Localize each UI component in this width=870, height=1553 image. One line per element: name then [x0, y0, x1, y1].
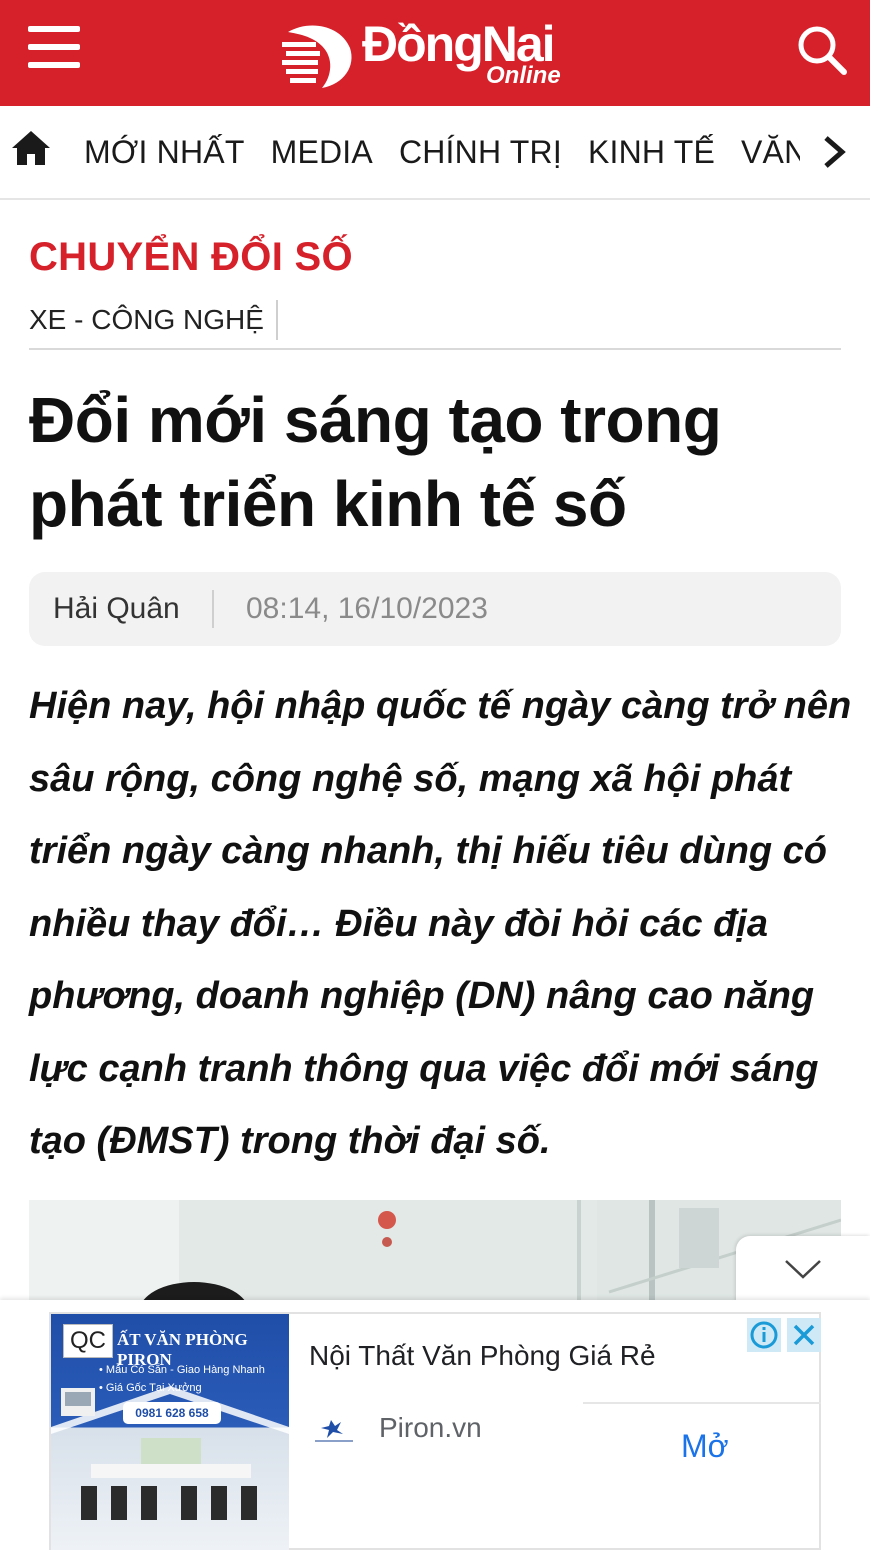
ad-divider [583, 1402, 821, 1404]
ad-banner: ẤT VĂN PHÒNG PIRON • Mẫu Có Sẵn - Giao H… [0, 1300, 870, 1553]
ad-card[interactable]: ẤT VĂN PHÒNG PIRON • Mẫu Có Sẵn - Giao H… [49, 1312, 821, 1550]
article-title: Đổi mới sáng tạo trong phát triển kinh t… [29, 384, 722, 540]
nav-item-media[interactable]: MEDIA [271, 106, 373, 198]
article-photo [29, 1200, 841, 1300]
meta-divider [212, 590, 214, 628]
ad-title[interactable]: Nội Thất Văn Phòng Giá Rẻ [309, 1338, 656, 1374]
search-icon[interactable] [794, 22, 850, 78]
nav-items: MỚI NHẤT MEDIA CHÍNH TRỊ KINH TẾ VĂN H [84, 106, 866, 198]
article-date: 08:14, 16/10/2023 [246, 592, 488, 625]
site-logo[interactable]: ĐồngNai Online [278, 14, 588, 94]
home-icon[interactable] [10, 128, 52, 168]
nav-item-chinh-tri[interactable]: CHÍNH TRỊ [399, 106, 562, 198]
ad-image[interactable]: ẤT VĂN PHÒNG PIRON • Mẫu Có Sẵn - Giao H… [51, 1314, 289, 1550]
close-icon[interactable] [787, 1318, 821, 1352]
chevron-right-icon[interactable] [820, 134, 850, 170]
photo-scene [29, 1200, 841, 1300]
article-subcategory[interactable]: XE - CÔNG NGHỆ [29, 300, 278, 340]
article-meta: Hải Quân 08:14, 16/10/2023 [29, 572, 841, 646]
site-header: ĐồngNai Online [0, 0, 870, 106]
nav-item-moi-nhat[interactable]: MỚI NHẤT [84, 106, 245, 198]
info-icon[interactable] [747, 1318, 781, 1352]
ad-source[interactable]: Piron.vn [379, 1410, 482, 1446]
ad-collapse-button[interactable] [736, 1236, 870, 1302]
ad-open-button[interactable]: Mở [681, 1426, 729, 1466]
category-nav: MỚI NHẤT MEDIA CHÍNH TRỊ KINH TẾ VĂN H [0, 106, 870, 200]
nav-item-kinh-te[interactable]: KINH TẾ [588, 106, 715, 198]
subcategory-row: XE - CÔNG NGHỆ [29, 300, 841, 350]
article-sapo: Hiện nay, hội nhập quốc tế ngày càng trở… [29, 685, 852, 1162]
article-category[interactable]: CHUYỂN ĐỔI SỐ [29, 232, 353, 282]
logo-subtext: Online [486, 62, 561, 89]
advertiser-logo-icon [315, 1420, 353, 1442]
article-author[interactable]: Hải Quân [53, 572, 180, 646]
chevron-down-icon [785, 1260, 821, 1279]
menu-icon[interactable] [28, 26, 80, 70]
logo-mark-icon [282, 25, 352, 88]
ad-label-badge: QC [63, 1324, 113, 1358]
